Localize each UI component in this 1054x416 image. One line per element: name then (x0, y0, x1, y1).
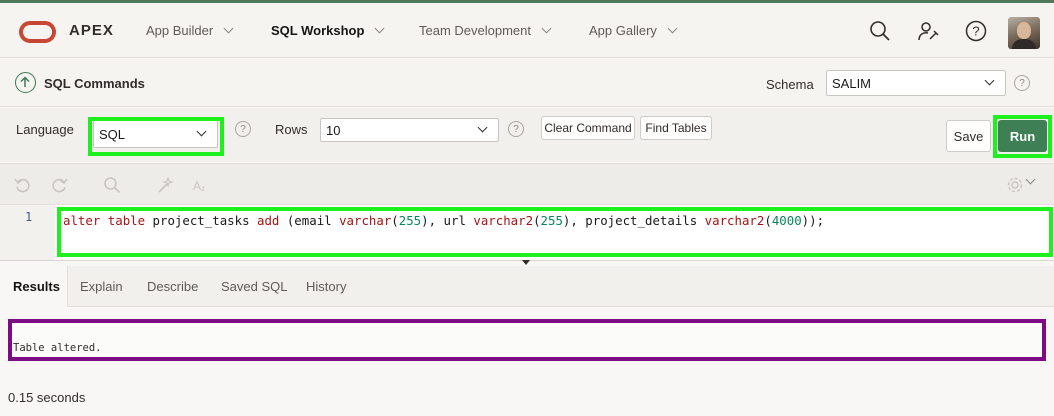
chevron-down-icon (541, 23, 552, 34)
nav-app-builder-label: App Builder (146, 23, 214, 38)
editor-gutter: 1 (0, 205, 55, 260)
oracle-logo-icon[interactable] (19, 21, 56, 43)
editor-toolbar: A z (0, 163, 1054, 205)
schema-value: SALIM (832, 75, 872, 91)
nav-app-gallery-label: App Gallery (589, 23, 657, 38)
rows-label: Rows (275, 122, 308, 137)
find-tables-button[interactable]: Find Tables (640, 116, 712, 140)
redo-icon[interactable] (50, 176, 68, 194)
splitter-arrow-icon[interactable] (522, 260, 530, 265)
language-help-icon[interactable]: ? (235, 121, 251, 137)
results-highlight-box (8, 319, 1046, 361)
chevron-down-icon (374, 23, 385, 34)
language-highlight-box (88, 117, 224, 156)
chevron-down-icon (223, 23, 234, 34)
nav-sql-workshop-label: SQL Workshop (271, 23, 365, 38)
magic-wand-icon[interactable] (156, 176, 174, 194)
svg-text:z: z (201, 184, 205, 193)
page-header: SQL Commands Schema SALIM ? (0, 59, 1054, 107)
tab-describe[interactable]: Describe (147, 266, 198, 307)
chevron-down-icon[interactable] (1025, 174, 1036, 185)
tab-history[interactable]: History (306, 266, 346, 307)
schema-label: Schema (766, 77, 814, 92)
rows-select[interactable]: 10 (320, 118, 499, 142)
save-button[interactable]: Save (946, 120, 991, 152)
top-navigation: APEX App Builder SQL Workshop Team Devel… (0, 3, 1054, 58)
result-tabs: Results Explain Describe Saved SQL Histo… (0, 266, 1054, 307)
chevron-down-icon (984, 75, 995, 86)
arrow-up-icon[interactable] (15, 72, 36, 93)
help-icon[interactable]: ? (964, 19, 988, 43)
rows-value: 10 (326, 122, 341, 138)
nav-team-development[interactable]: Team Development (419, 23, 552, 38)
nav-sql-workshop[interactable]: SQL Workshop (271, 23, 385, 38)
apex-logo-text[interactable]: APEX (69, 22, 114, 39)
nav-team-development-label: Team Development (419, 23, 531, 38)
search-icon[interactable] (868, 19, 892, 43)
svg-text:?: ? (972, 24, 979, 39)
nav-app-builder[interactable]: App Builder (146, 23, 234, 38)
clear-command-button[interactable]: Clear Command (541, 116, 635, 140)
schema-select[interactable]: SALIM (826, 70, 1006, 96)
undo-icon[interactable] (14, 176, 32, 194)
tab-explain[interactable]: Explain (80, 266, 123, 307)
tab-saved-sql[interactable]: Saved SQL (221, 266, 288, 307)
chevron-down-icon (477, 122, 488, 133)
nav-app-gallery[interactable]: App Gallery (589, 23, 678, 38)
page-title: SQL Commands (44, 76, 145, 91)
run-highlight-box (993, 115, 1052, 158)
language-label: Language (16, 122, 74, 137)
execution-time: 0.15 seconds (8, 390, 86, 405)
line-number: 1 (25, 210, 33, 224)
code-highlight-box (57, 207, 1053, 257)
user-wrench-icon[interactable] (916, 19, 940, 43)
find-icon[interactable] (103, 176, 121, 194)
rows-help-icon[interactable]: ? (508, 121, 524, 137)
tab-results[interactable]: Results (0, 266, 68, 307)
svg-text:A: A (193, 179, 201, 193)
gear-icon[interactable] (1006, 176, 1024, 194)
text-case-icon[interactable]: A z (192, 176, 210, 194)
chevron-down-icon (667, 23, 678, 34)
schema-help-icon[interactable]: ? (1014, 75, 1030, 91)
avatar[interactable] (1008, 17, 1040, 49)
